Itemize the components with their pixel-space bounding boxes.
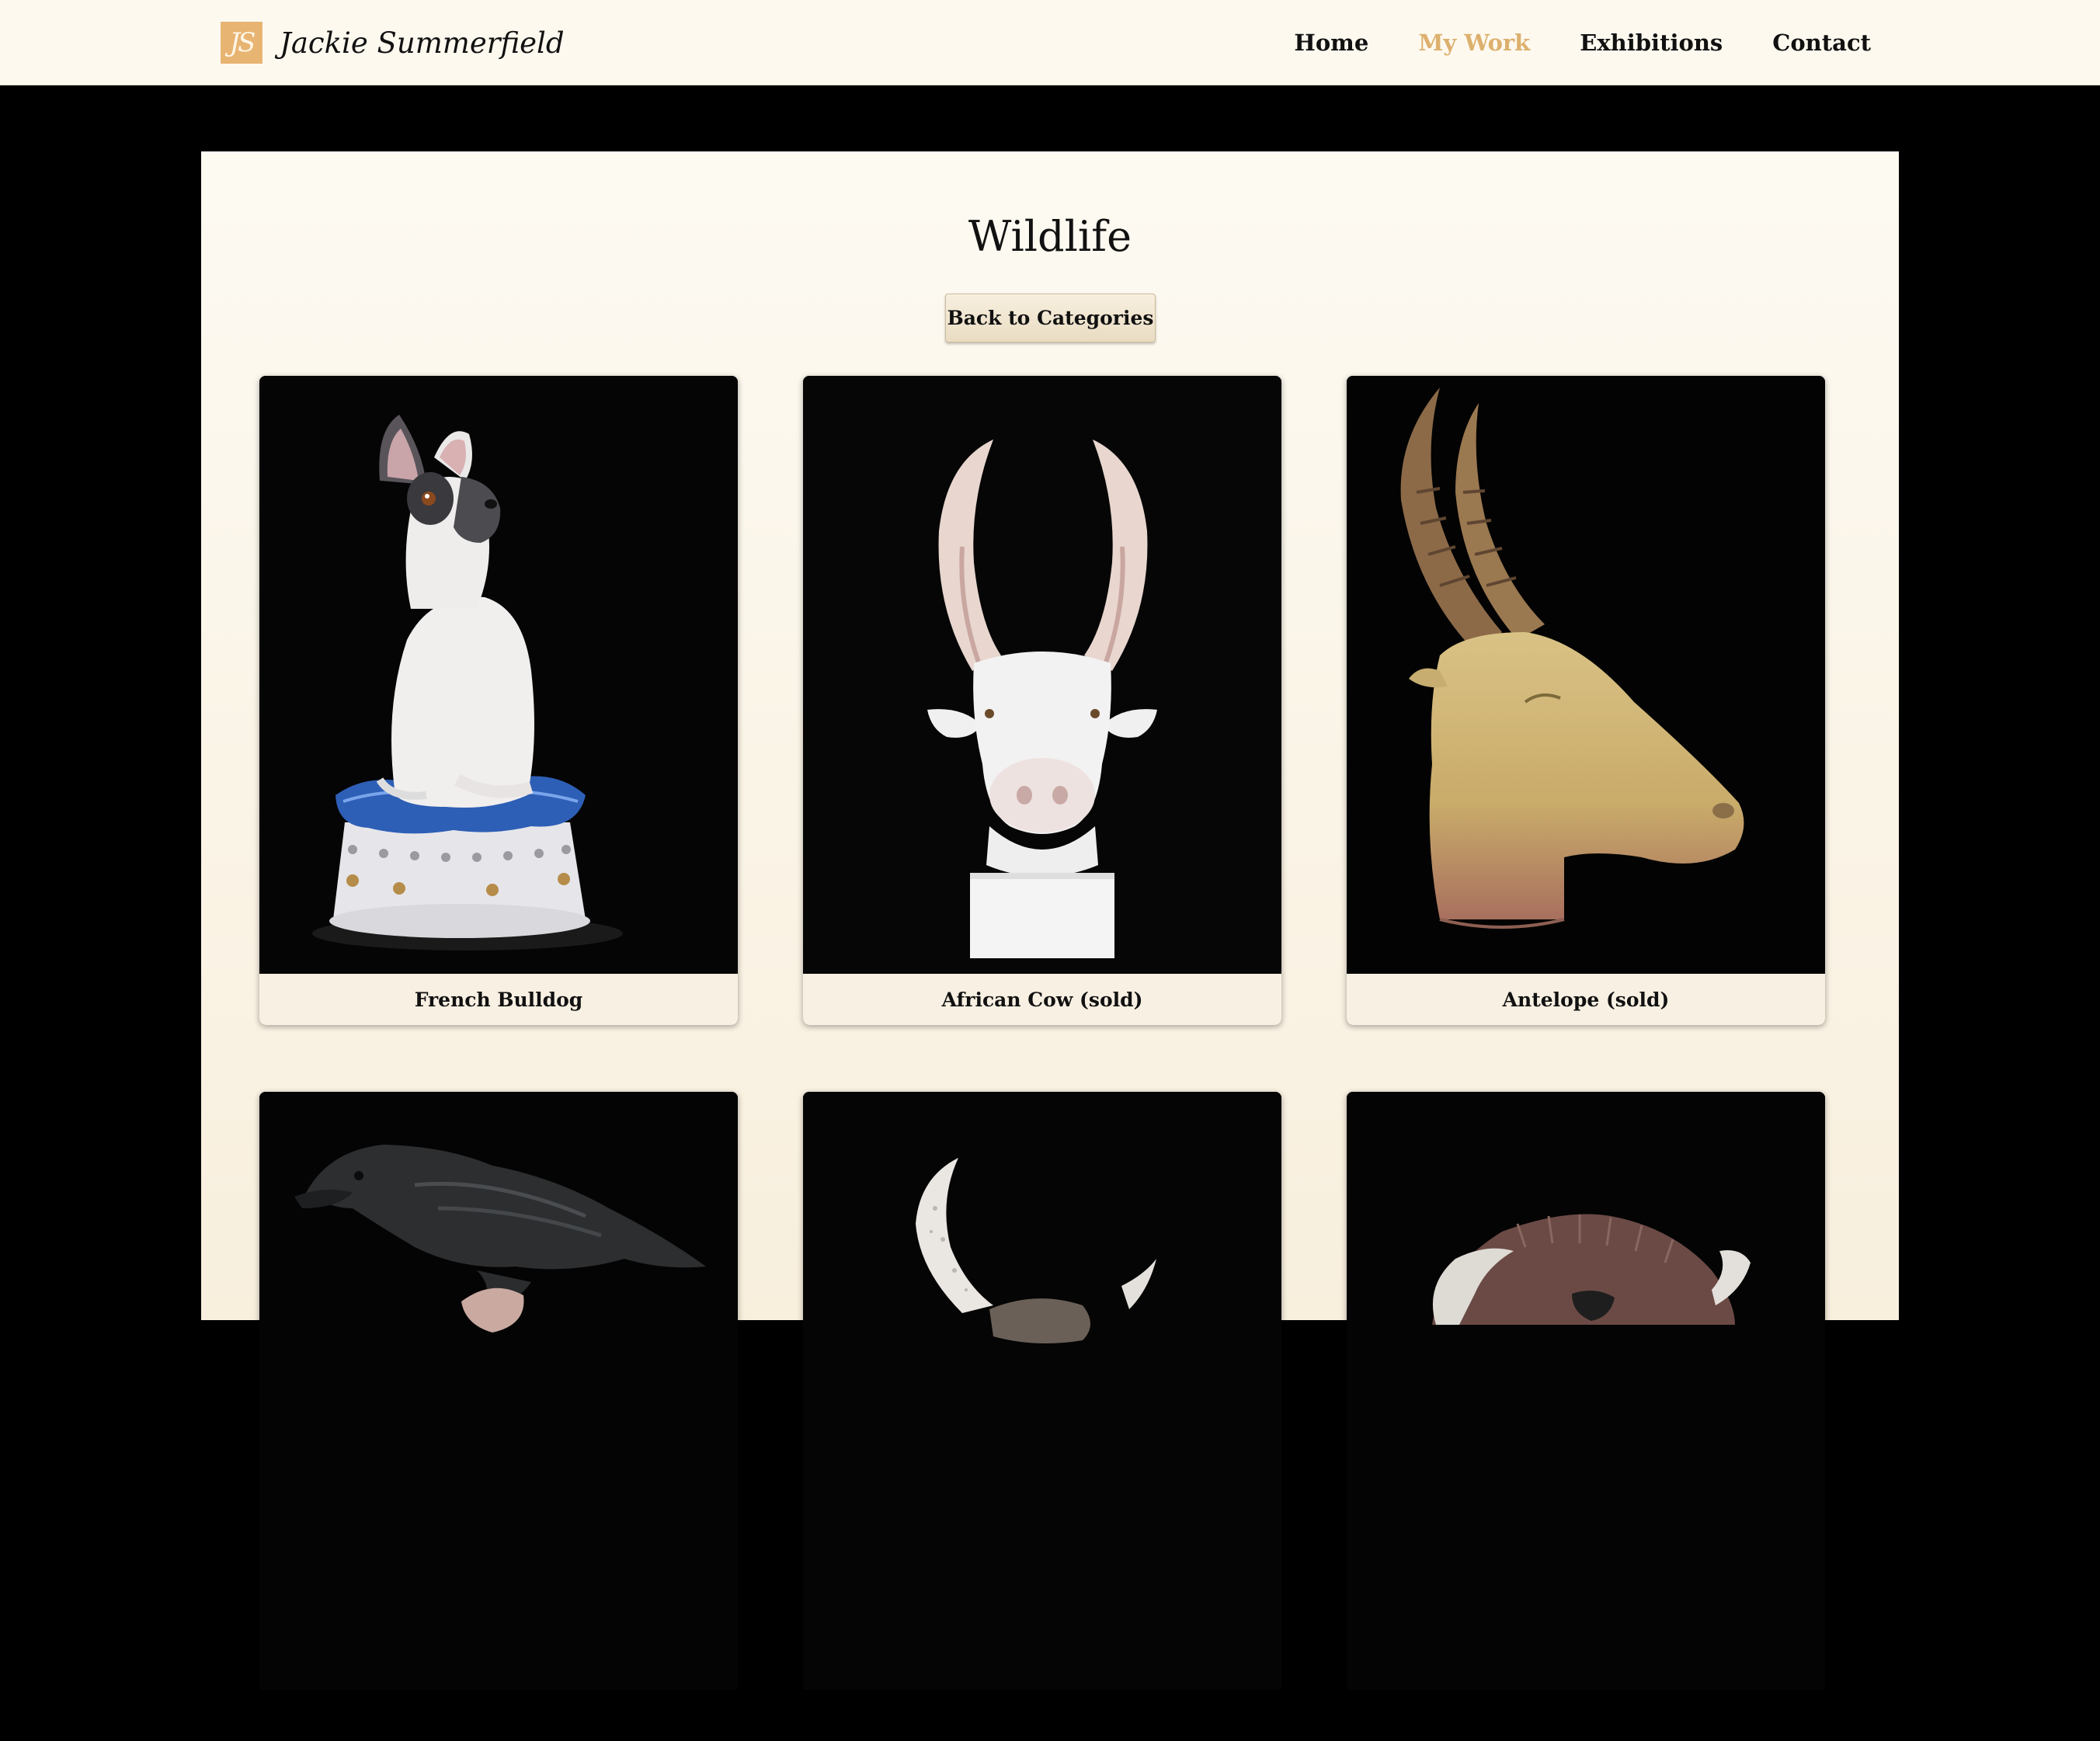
horned-buffalo-sculpture-image[interactable] xyxy=(803,1092,1281,1690)
gallery-card-french-bulldog[interactable]: French Bulldog xyxy=(259,376,738,1025)
gallery-panel: Wildlife Back to Categories French Bulld… xyxy=(201,151,1899,1741)
nav-my-work[interactable]: My Work xyxy=(1418,30,1530,56)
raven-sculpture-image[interactable] xyxy=(259,1092,738,1690)
nav-home[interactable]: Home xyxy=(1294,30,1368,56)
gallery-card-caption: French Bulldog xyxy=(259,974,738,1025)
nav-exhibitions[interactable]: Exhibitions xyxy=(1580,30,1723,56)
site-logo[interactable]: JS Jackie Summerfield xyxy=(221,22,565,64)
site-header: JS Jackie Summerfield Home My Work Exhib… xyxy=(0,0,2100,85)
gallery-card-horned-buffalo[interactable] xyxy=(803,1092,1281,1741)
gallery-card-african-cow[interactable]: African Cow (sold) xyxy=(803,376,1281,1025)
african-cow-sculpture-image[interactable] xyxy=(803,376,1281,974)
antelope-sculpture-image[interactable] xyxy=(1347,376,1825,974)
gallery-card-caption: African Cow (sold) xyxy=(803,974,1281,1025)
back-to-categories-button[interactable]: Back to Categories xyxy=(945,294,1156,342)
french-bulldog-sculpture-image[interactable] xyxy=(259,376,738,974)
nav-contact[interactable]: Contact xyxy=(1772,30,1871,56)
logo-text: Jackie Summerfield xyxy=(280,26,565,60)
gallery-card-antelope[interactable]: Antelope (sold) xyxy=(1347,376,1825,1025)
gallery-card-caption: Antelope (sold) xyxy=(1347,974,1825,1025)
page-title: Wildlife xyxy=(968,212,1132,261)
gallery-card-raven[interactable] xyxy=(259,1092,738,1741)
logo-mark-icon: JS xyxy=(221,22,262,64)
gallery-card-bison[interactable] xyxy=(1347,1092,1825,1741)
bison-sculpture-image[interactable] xyxy=(1347,1092,1825,1690)
main-nav: Home My Work Exhibitions Contact xyxy=(1294,0,1871,85)
